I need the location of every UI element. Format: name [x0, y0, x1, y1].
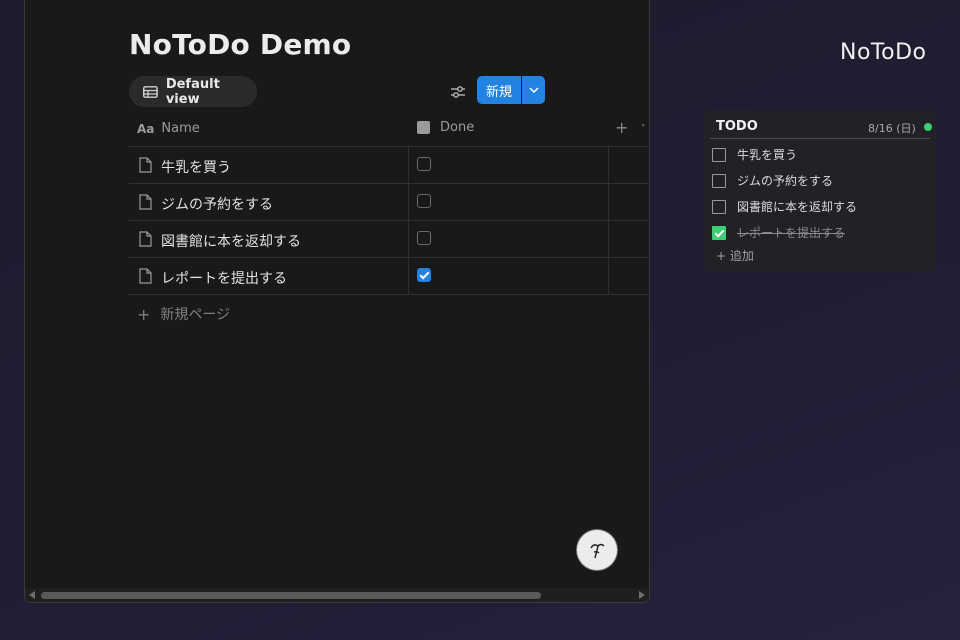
table-row[interactable]: レポートを提出する [129, 258, 649, 295]
add-property-button[interactable]: + [615, 118, 628, 137]
text-type-icon: Aa [137, 121, 155, 136]
page-icon [139, 231, 152, 247]
plus-icon: + [137, 304, 151, 324]
table-header: Aa Name Done + · [129, 111, 649, 147]
new-dropdown-button[interactable] [522, 76, 545, 104]
cell-divider [408, 147, 409, 183]
cell-divider [608, 221, 609, 257]
column-done-label: Done [440, 120, 475, 135]
done-checkbox[interactable] [417, 157, 431, 171]
done-checkbox[interactable] [417, 194, 431, 208]
row-name: ジムの予約をする [161, 197, 273, 213]
app-name: NoToDo [840, 40, 927, 65]
database-table: Aa Name Done + · 牛乳を買う ジムの予約をする 図書館に本を返却… [129, 111, 649, 324]
widget-item[interactable]: レポートを提出する [712, 224, 845, 241]
column-header-done[interactable]: Done [417, 120, 474, 135]
widget-checkbox[interactable] [712, 147, 726, 162]
scrollbar-thumb[interactable] [41, 592, 541, 599]
new-button-group: 新規 [477, 76, 545, 104]
widget-checkbox[interactable] [712, 199, 726, 214]
row-name: 牛乳を買う [161, 160, 231, 176]
cell-divider [608, 184, 609, 220]
widget-item-label: 図書館に本を返却する [737, 200, 858, 214]
widget-item[interactable]: 牛乳を買う [712, 146, 797, 163]
done-checkbox[interactable] [417, 268, 431, 282]
column-name-label: Name [161, 121, 200, 136]
widget-item[interactable]: ジムの予約をする [712, 172, 833, 189]
table-row[interactable]: 図書館に本を返却する [129, 221, 649, 258]
table-icon [143, 85, 158, 98]
checkbox-icon [417, 121, 430, 134]
view-tab-label: Default view [165, 76, 220, 107]
done-checkbox[interactable] [417, 231, 431, 245]
widget-title: TODO [716, 119, 758, 134]
more-options-icon[interactable]: · [641, 118, 645, 134]
cell-divider [408, 184, 409, 220]
scroll-left-icon[interactable] [29, 591, 35, 599]
add-page-label: 新規ページ [160, 307, 231, 323]
cell-divider [408, 221, 409, 257]
page-icon [139, 157, 152, 173]
row-name: 図書館に本を返却する [161, 234, 301, 250]
widget-checkbox[interactable] [712, 173, 726, 188]
new-button[interactable]: 新規 [477, 76, 521, 104]
widget-add-button[interactable]: + 追加 [716, 247, 754, 264]
table-row[interactable]: ジムの予約をする [129, 184, 649, 221]
cell-divider [408, 258, 409, 294]
page-icon [139, 268, 152, 284]
cell-divider [608, 258, 609, 294]
widget-item-label: レポートを提出する [737, 226, 846, 240]
scroll-right-icon[interactable] [639, 591, 645, 599]
add-page-button[interactable]: + 新規ページ [137, 304, 230, 324]
cell-divider [608, 147, 609, 183]
table-row[interactable]: 牛乳を買う [129, 147, 649, 184]
help-face-icon [590, 543, 605, 559]
view-tab-default[interactable]: Default view [129, 76, 257, 107]
column-header-name[interactable]: Aa Name [137, 121, 200, 136]
widget-item-label: ジムの予約をする [737, 174, 834, 188]
notion-window: NoToDo Demo Default view 新規 Aa Name Done… [24, 0, 650, 603]
chevron-down-icon [528, 87, 539, 93]
help-button[interactable] [577, 530, 617, 570]
filter-sliders-icon[interactable] [449, 83, 467, 101]
status-dot [924, 123, 932, 131]
horizontal-scrollbar[interactable] [25, 588, 649, 602]
todo-widget: TODO 8/16 (日) 牛乳を買う ジムの予約をする 図書館に本を返却する … [704, 110, 936, 272]
widget-item[interactable]: 図書館に本を返却する [712, 198, 857, 215]
page-title: NoToDo Demo [129, 28, 352, 61]
widget-header: TODO 8/16 (日) [710, 118, 932, 139]
widget-date: 8/16 (日) [868, 122, 916, 135]
row-name: レポートを提出する [161, 271, 287, 287]
widget-checkbox[interactable] [712, 225, 726, 240]
widget-item-label: 牛乳を買う [737, 148, 798, 162]
page-icon [139, 194, 152, 210]
